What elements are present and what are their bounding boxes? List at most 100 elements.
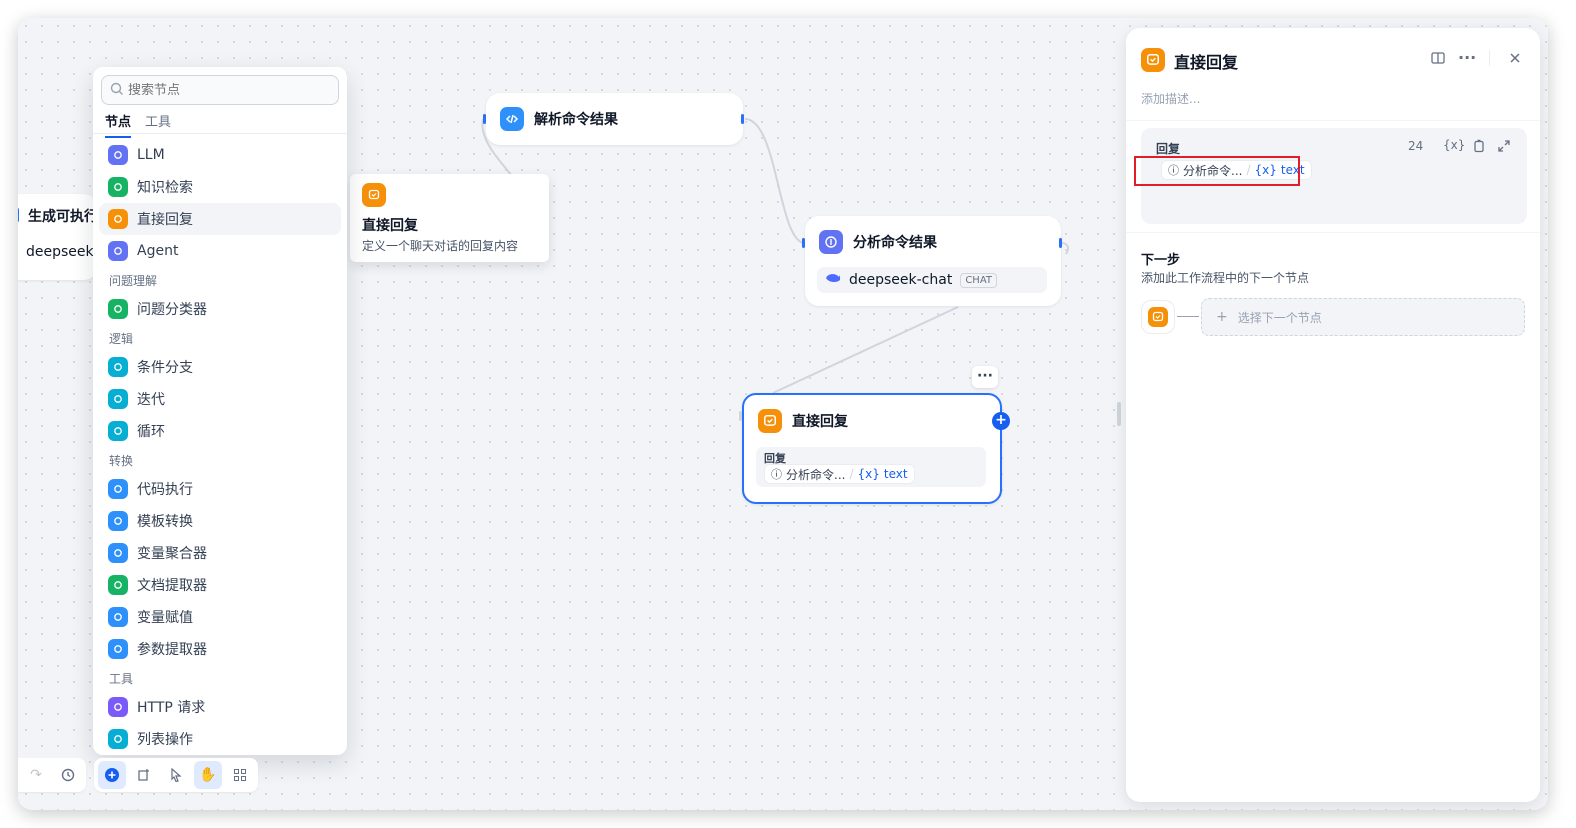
variable-icon: {x}	[857, 467, 880, 481]
answer-node-selected[interactable]: + 直接回复 回复 ⓘ 分析命令... / {x} text	[739, 393, 1010, 504]
select-next-node-button[interactable]: + 选择下一个节点	[1201, 298, 1525, 336]
node-option[interactable]: 直接回复	[99, 203, 341, 235]
divider	[1489, 50, 1490, 66]
node-option[interactable]: 代码执行	[99, 473, 341, 505]
code-node-parse[interactable]: 解析命令结果	[483, 93, 744, 145]
node-option[interactable]: 列表操作	[99, 723, 341, 755]
node-option-label: 迭代	[137, 392, 165, 408]
group-header: 逻辑	[109, 331, 134, 346]
node-option-label: 列表操作	[137, 732, 193, 748]
tools-group: ✋	[94, 758, 258, 792]
more-icon[interactable]: ···	[1458, 48, 1476, 67]
loop-icon	[108, 421, 128, 441]
output-handle[interactable]	[1059, 238, 1062, 248]
model-selector[interactable]: deepseek-chat CHAT	[817, 267, 1047, 293]
llm-icon	[108, 145, 128, 165]
node-option[interactable]: 循环	[99, 415, 341, 447]
node-option[interactable]: 文档提取器	[99, 569, 341, 601]
variable-icon	[108, 543, 128, 563]
pointer-icon[interactable]	[162, 761, 190, 789]
node-option[interactable]: 变量赋值	[99, 601, 341, 633]
bottom-toolbar: ↷ ✋	[18, 758, 258, 792]
edge-analyze-reply	[772, 306, 959, 394]
panel-resize-handle[interactable]	[1117, 402, 1121, 426]
reply-icon	[362, 183, 386, 207]
node-option[interactable]: 模板转换	[99, 505, 341, 537]
node-title: 生成可执行	[28, 209, 98, 225]
split-view-icon[interactable]	[1430, 50, 1446, 70]
group-header: 问题理解	[109, 273, 158, 288]
copy-icon[interactable]	[1472, 138, 1486, 157]
input-handle[interactable]	[739, 411, 742, 421]
llm-node-partial[interactable]: 生成可执行 deepseek-	[18, 194, 99, 280]
node-option[interactable]: 迭代	[99, 383, 341, 415]
field-label: 回复	[1156, 142, 1181, 156]
node-option-label: Agent	[137, 243, 179, 259]
workflow-canvas[interactable]: 生成可执行 deepseek- 解析命令结果 直接回复 定义一个聊天对话的回复内…	[18, 18, 1548, 810]
plus-icon: +	[1216, 309, 1228, 325]
node-title: 解析命令结果	[534, 112, 618, 128]
agent-icon	[108, 241, 128, 261]
redo-icon[interactable]: ↷	[22, 761, 50, 789]
close-icon[interactable]	[1508, 50, 1522, 69]
char-count: 24	[1408, 139, 1424, 153]
search-input[interactable]	[128, 82, 328, 98]
description-input[interactable]: 添加描述...	[1141, 90, 1200, 107]
reply-field: 回复 ⓘ 分析命令... / {x} text	[756, 447, 986, 487]
output-handle[interactable]	[741, 114, 744, 124]
node-picker-panel: 节点 工具 LLM知识检索直接回复Agent问题理解问题分类器逻辑条件分支迭代循…	[93, 67, 347, 755]
add-node-icon[interactable]	[98, 761, 126, 789]
llm-node-analyze[interactable]: 分析命令结果 deepseek-chat CHAT	[802, 216, 1062, 306]
group-header: 转换	[109, 453, 134, 468]
input-handle[interactable]	[483, 114, 486, 124]
node-option-label: HTTP 请求	[137, 700, 206, 716]
history-group: ↷	[18, 758, 86, 792]
node-option[interactable]: 变量聚合器	[99, 537, 341, 569]
node-handle[interactable]	[18, 208, 19, 222]
branch-icon	[108, 357, 128, 377]
http-icon	[108, 697, 128, 717]
node-option-label: LLM	[137, 147, 165, 163]
node-option[interactable]: 知识检索	[99, 171, 341, 203]
node-tooltip: 直接回复 定义一个聊天对话的回复内容	[350, 174, 549, 262]
assign-icon	[108, 607, 128, 627]
hand-icon[interactable]: ✋	[194, 761, 222, 789]
node-option[interactable]: Agent	[99, 235, 341, 267]
code-icon	[500, 107, 524, 131]
classifier-icon	[108, 299, 128, 319]
node-list: LLM 知识检索 直接回复 Agent 问题理解问题分类器 逻辑条件分支迭代循环转换代码执…	[99, 139, 341, 755]
input-handle[interactable]	[802, 238, 805, 248]
model-mode-badge: CHAT	[960, 272, 998, 288]
template-icon	[108, 511, 128, 531]
insert-variable-icon[interactable]: {x}	[1443, 138, 1465, 152]
node-option[interactable]: 参数提取器	[99, 633, 341, 665]
variable-tag[interactable]: ⓘ 分析命令... / {x} text	[764, 464, 915, 484]
app-window: 生成可执行 deepseek- 解析命令结果 直接回复 定义一个聊天对话的回复内…	[18, 18, 1548, 810]
var-name: text	[883, 467, 908, 481]
history-icon[interactable]	[54, 761, 82, 789]
node-option[interactable]: 条件分支	[99, 351, 341, 383]
divider	[93, 133, 347, 134]
organize-icon[interactable]	[226, 761, 254, 789]
code-icon	[108, 479, 128, 499]
filter-icon	[108, 729, 128, 749]
node-option-label: 变量聚合器	[137, 546, 207, 562]
node-title: 分析命令结果	[853, 235, 937, 251]
node-option[interactable]: LLM	[99, 139, 341, 171]
document-icon	[108, 575, 128, 595]
add-note-icon[interactable]	[130, 761, 158, 789]
model-name: deepseek-	[26, 244, 99, 260]
node-option-label: 问题分类器	[137, 302, 207, 318]
expand-icon[interactable]	[1497, 138, 1511, 157]
node-more-button[interactable]: ···	[972, 366, 998, 388]
search-box[interactable]	[101, 75, 339, 105]
node-option[interactable]: HTTP 请求	[99, 691, 341, 723]
panel-title[interactable]: 直接回复	[1174, 49, 1238, 73]
tooltip-title: 直接回复	[362, 218, 418, 234]
node-option-label: 文档提取器	[137, 578, 207, 594]
node-option[interactable]: 问题分类器	[99, 293, 341, 325]
add-next-node-button[interactable]: +	[992, 412, 1010, 430]
search-icon	[110, 81, 124, 100]
group-header: 工具	[109, 671, 134, 686]
connector-line	[1177, 316, 1199, 317]
